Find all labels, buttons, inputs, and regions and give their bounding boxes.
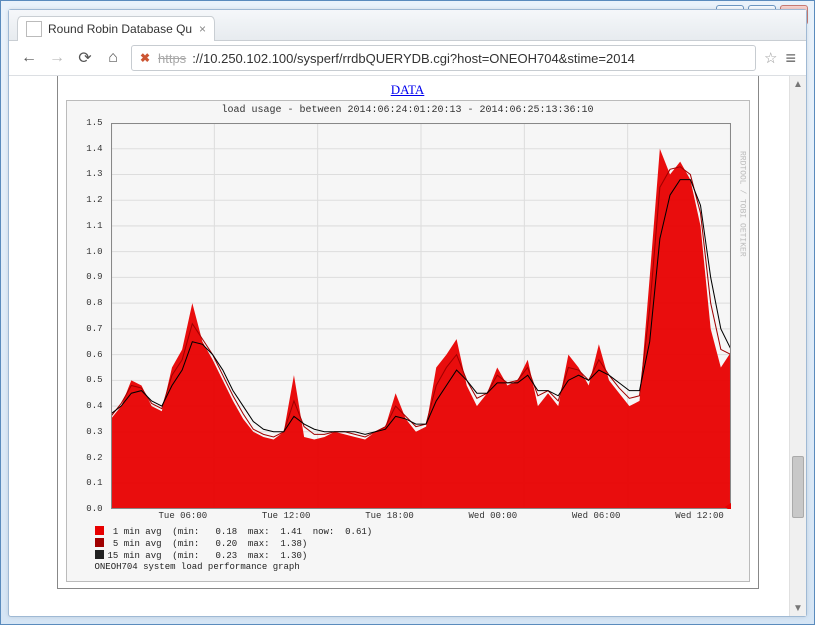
menu-icon[interactable]: ≡ xyxy=(785,48,796,69)
forward-button[interactable]: → xyxy=(47,48,67,68)
tab-strip: Round Robin Database Qu × xyxy=(9,10,806,41)
chart-legend: 1 min avg (min: 0.18 max: 1.41 now: 0.61… xyxy=(95,526,373,573)
bookmark-star-icon[interactable]: ☆ xyxy=(764,49,777,67)
chart-title: load usage - between 2014:06:24:01:20:13… xyxy=(67,101,749,118)
back-button[interactable]: ← xyxy=(19,48,39,68)
rrd-graph: load usage - between 2014:06:24:01:20:13… xyxy=(66,100,750,582)
url-text: ://10.250.102.100/sysperf/rrdbQUERYDB.cg… xyxy=(192,51,635,66)
x-axis-labels: Tue 06:00Tue 12:00Tue 18:00Wed 00:00Wed … xyxy=(111,511,731,525)
scroll-down-arrow-icon[interactable]: ▼ xyxy=(790,600,806,616)
page-body: DATA load usage - between 2014:06:24:01:… xyxy=(9,76,806,616)
chart-svg xyxy=(111,123,731,509)
page-viewport: DATA load usage - between 2014:06:24:01:… xyxy=(9,76,806,616)
legend-row-15min: 15 min avg (min: 0.23 max: 1.30) xyxy=(95,550,373,562)
data-link[interactable]: DATA xyxy=(58,76,758,100)
rrdtool-watermark: RRDTOOL / TOBI OETIKER xyxy=(738,151,747,257)
scroll-thumb[interactable] xyxy=(792,456,804,518)
insecure-icon: ✖ xyxy=(138,51,152,65)
tab-title: Round Robin Database Qu xyxy=(48,22,193,36)
legend-swatch-black xyxy=(95,550,104,559)
page-content: DATA load usage - between 2014:06:24:01:… xyxy=(57,76,759,589)
reload-button[interactable]: ⟳ xyxy=(75,48,95,68)
home-button[interactable]: ⌂ xyxy=(103,48,123,68)
tab-close-icon[interactable]: × xyxy=(199,22,206,36)
legend-row-1min: 1 min avg (min: 0.18 max: 1.41 now: 0.61… xyxy=(95,526,373,538)
legend-footer: ONEOH704 system load performance graph xyxy=(95,562,373,573)
favicon-icon xyxy=(26,21,42,37)
address-bar[interactable]: ✖ https ://10.250.102.100/sysperf/rrdbQUE… xyxy=(131,45,756,71)
browser-toolbar: ← → ⟳ ⌂ ✖ https ://10.250.102.100/sysperf… xyxy=(9,41,806,76)
scroll-up-arrow-icon[interactable]: ▲ xyxy=(790,76,806,92)
legend-swatch-red xyxy=(95,526,104,535)
y-axis-labels: 0.00.10.20.30.40.50.60.70.80.91.01.11.21… xyxy=(67,123,107,509)
plot-area xyxy=(111,123,731,509)
legend-row-5min: 5 min avg (min: 0.20 max: 1.38) xyxy=(95,538,373,550)
url-scheme: https xyxy=(158,51,186,66)
vertical-scrollbar[interactable]: ▲ ▼ xyxy=(789,76,806,616)
browser-tab[interactable]: Round Robin Database Qu × xyxy=(17,16,215,41)
os-window: — □ ✕ Round Robin Database Qu × ← → ⟳ ⌂ … xyxy=(0,0,815,625)
legend-swatch-darkred xyxy=(95,538,104,547)
browser-window: Round Robin Database Qu × ← → ⟳ ⌂ ✖ http… xyxy=(8,9,807,617)
